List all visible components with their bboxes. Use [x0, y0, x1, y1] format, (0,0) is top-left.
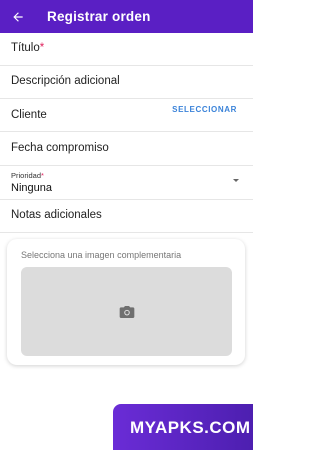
select-client-button[interactable]: SELECCIONAR — [172, 105, 237, 114]
back-button[interactable] — [0, 0, 36, 33]
camera-icon — [119, 305, 134, 318]
image-prompt: Selecciona una imagen complementaria — [21, 250, 182, 260]
notes-label: Notas adicionales — [11, 209, 102, 221]
description-field[interactable]: Descripción adicional — [0, 66, 253, 99]
app-bar: Registrar orden — [0, 0, 253, 33]
chevron-down-icon — [233, 179, 239, 182]
image-picker[interactable] — [21, 267, 232, 356]
commitment-date-field[interactable]: Fecha compromiso — [0, 132, 253, 166]
image-card: Selecciona una imagen complementaria — [7, 239, 245, 365]
arrow-left-icon — [13, 11, 23, 22]
description-label: Descripción adicional — [11, 75, 120, 87]
date-label: Fecha compromiso — [11, 142, 109, 154]
notes-field[interactable]: Notas adicionales — [0, 200, 253, 233]
watermark-banner: MYAPKS.COM — [113, 404, 253, 450]
priority-select[interactable]: Prioridad* Ninguna — [0, 166, 253, 200]
page-title: Registrar orden — [47, 9, 151, 24]
title-label: Título* — [11, 42, 45, 54]
title-field[interactable]: Título* — [0, 33, 253, 66]
client-field: Cliente SELECCIONAR — [0, 99, 253, 132]
priority-value: Ninguna — [11, 182, 52, 194]
watermark-text: MYAPKS.COM — [130, 418, 251, 437]
client-label: Cliente — [11, 109, 47, 121]
priority-label: Prioridad* — [11, 171, 44, 180]
